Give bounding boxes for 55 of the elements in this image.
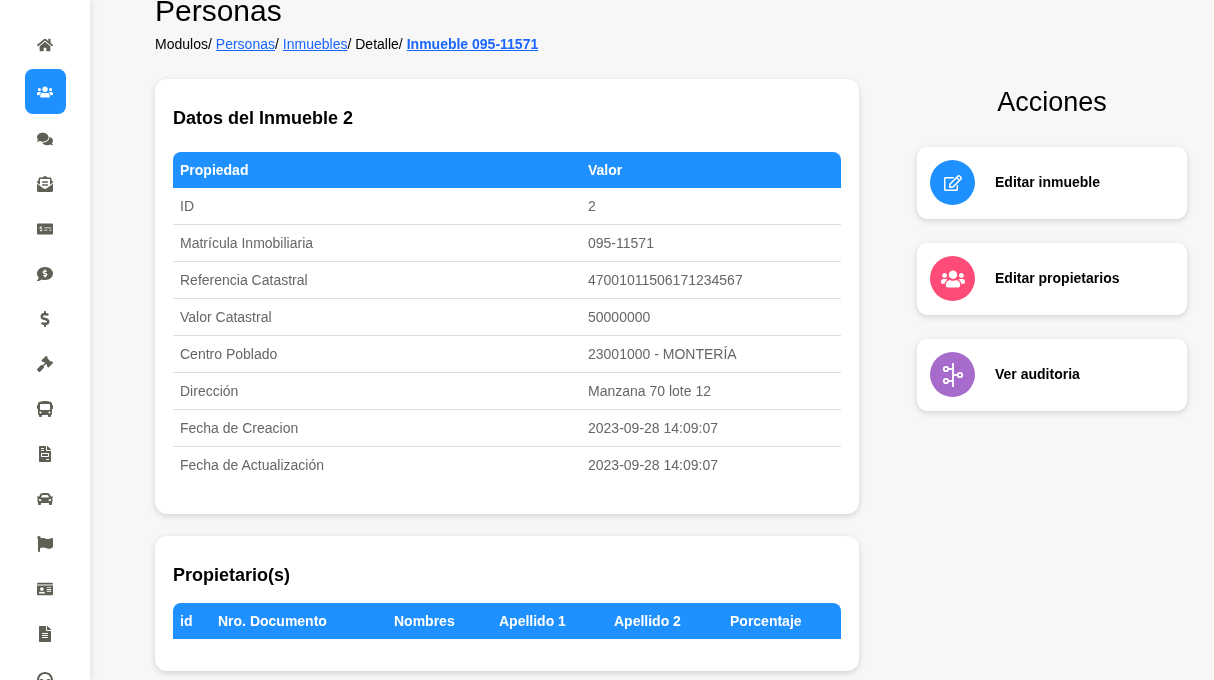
breadcrumb-item: / — [274, 35, 279, 54]
breadcrumb-item: / Detalle/ — [347, 35, 403, 54]
action-label: Editar inmueble — [995, 173, 1101, 192]
table-cell-text: Manzana 70 lote 12 — [587, 381, 712, 401]
table-cell-text: Referencia Catastral — [179, 270, 309, 290]
envelope-icon — [37, 175, 53, 192]
bus-icon — [37, 400, 53, 417]
gavel-icon — [37, 355, 53, 372]
dollar-chat-icon — [37, 265, 53, 282]
money-check-icon — [37, 220, 53, 237]
table-cell-text: Fecha de Creacion — [179, 418, 300, 438]
flag-icon — [37, 535, 53, 552]
timeline-icon — [941, 361, 964, 388]
breadcrumb-current[interactable]: Inmueble 095-11571 — [406, 34, 539, 55]
table-cell-text: 23001000 - MONTERÍA — [587, 344, 738, 364]
table-cell-text: Matrícula Inmobiliaria — [179, 233, 315, 253]
sidebar-item[interactable] — [24, 69, 66, 114]
table-cell-text: ID — [179, 196, 195, 216]
document-icon — [37, 445, 53, 462]
id-card-icon — [37, 580, 53, 597]
column-header: Porcentaje — [729, 611, 803, 631]
card-title: Datos del Inmueble 2 — [173, 107, 355, 130]
table-cell-text: 47001011506171234567 — [587, 270, 744, 290]
edit-icon — [943, 173, 962, 192]
home-icon — [37, 36, 53, 53]
table-cell-text: Dirección — [179, 381, 240, 401]
column-header: Valor — [587, 160, 624, 180]
table-cell-text: 095-11571 — [587, 233, 655, 253]
action-card[interactable]: Ver auditoria — [917, 338, 1187, 411]
column-header: Nro. Documento — [217, 611, 328, 631]
file-icon — [37, 625, 53, 642]
table-cell-text: Fecha de Actualización — [179, 456, 325, 475]
action-card[interactable]: Editar propietarios — [917, 242, 1187, 315]
card-title: Propietario(s) — [173, 564, 292, 587]
table-cell-text: 2023-09-28 14:09:07 — [587, 456, 719, 475]
column-header: Apellido 2 — [613, 611, 682, 631]
actions-title: Acciones — [996, 86, 1108, 119]
table-cell-text: 2 — [587, 196, 597, 216]
table-cell-text: Centro Poblado — [179, 344, 279, 364]
column-header: Propiedad — [179, 160, 250, 180]
breadcrumb-link[interactable]: Personas — [215, 34, 275, 55]
column-header: Apellido 1 — [498, 611, 567, 631]
action-label: Editar propietarios — [995, 269, 1120, 288]
column-header: Nombres — [393, 611, 456, 631]
chat-icon — [37, 130, 53, 147]
table-cell-text: 2023-09-28 14:09:07 — [587, 418, 719, 438]
breadcrumb-link[interactable]: Inmuebles — [282, 34, 348, 55]
action-label: Ver auditoria — [995, 365, 1080, 384]
car-icon — [37, 490, 53, 507]
page-title: Personas — [155, 0, 283, 26]
breadcrumb-item: Modulos/ — [155, 35, 212, 54]
action-card[interactable]: Editar inmueble — [917, 146, 1187, 219]
table-cell-text: 50000000 — [587, 307, 652, 327]
column-header: id — [179, 611, 194, 631]
table-cell-text: Valor Catastral — [179, 307, 273, 327]
